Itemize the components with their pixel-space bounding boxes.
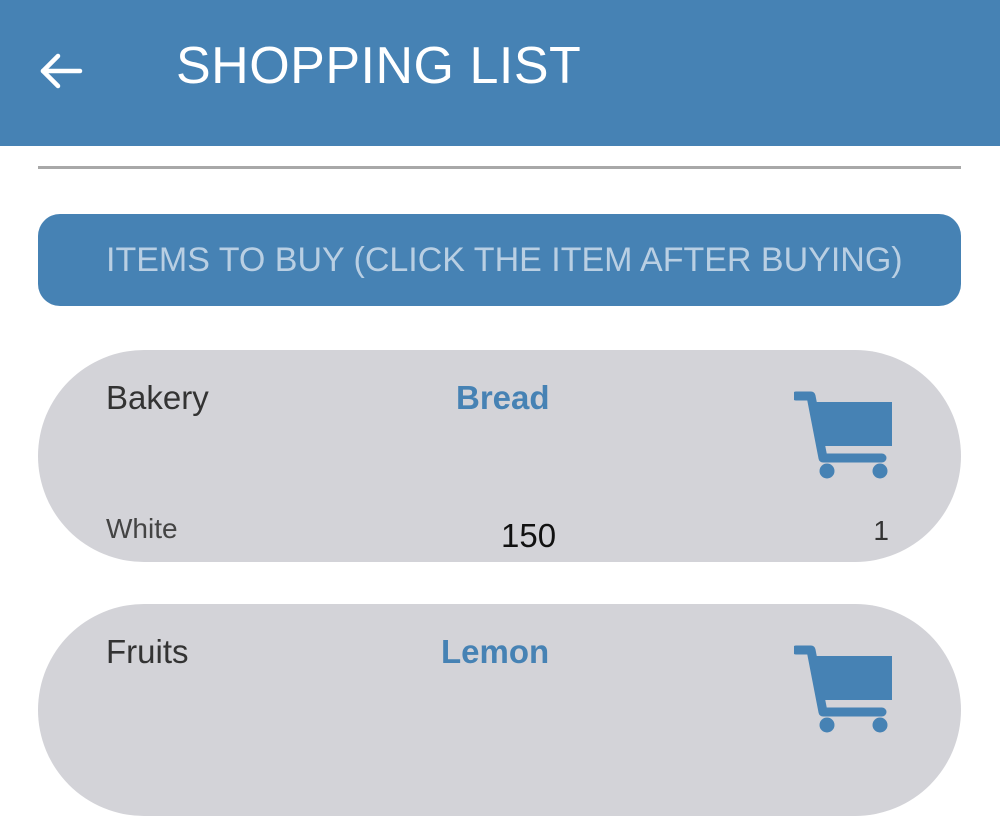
page-title: SHOPPING LIST: [176, 37, 582, 95]
item-quantity: 1: [873, 515, 889, 546]
shopping-cart-icon[interactable]: [794, 388, 894, 484]
item-variant: White: [106, 513, 178, 544]
app-bar: SHOPPING LIST: [0, 0, 1000, 146]
divider: [38, 166, 961, 169]
section-header-label: ITEMS TO BUY (CLICK THE ITEM AFTER BUYIN…: [106, 241, 903, 279]
item-name: Lemon: [441, 633, 550, 670]
item-category: Fruits: [106, 633, 189, 670]
shopping-item-bread[interactable]: Bakery Bread White 150 1: [38, 350, 961, 562]
back-button[interactable]: [36, 46, 86, 96]
item-name: Bread: [456, 379, 550, 416]
shopping-cart-icon[interactable]: [794, 642, 894, 738]
item-price: 150: [501, 517, 557, 554]
shopping-item-lemon[interactable]: Fruits Lemon: [38, 604, 961, 816]
item-category: Bakery: [106, 379, 209, 416]
items-to-buy-header: ITEMS TO BUY (CLICK THE ITEM AFTER BUYIN…: [38, 214, 961, 306]
arrow-left-icon: [40, 53, 83, 89]
